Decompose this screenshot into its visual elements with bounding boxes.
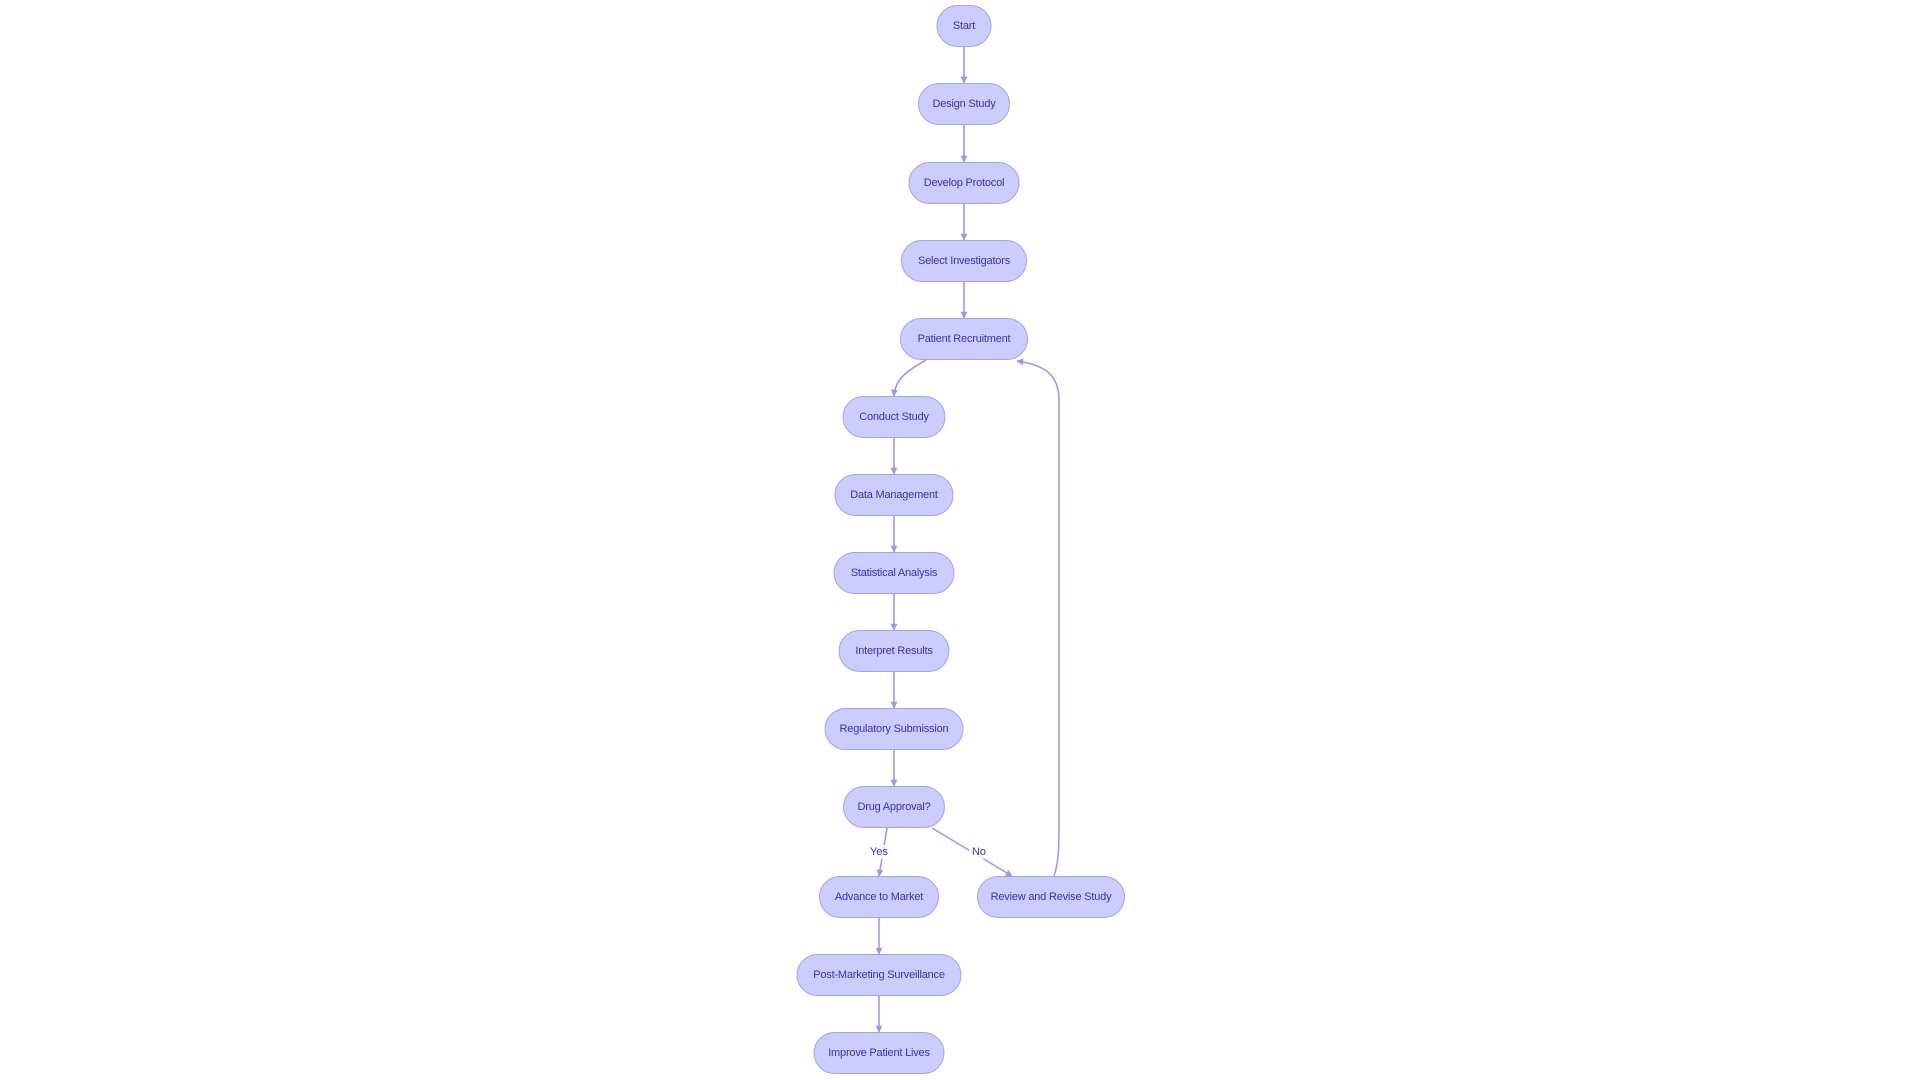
edge-labels-layer: Yes No — [869, 845, 989, 859]
node-label: Start — [953, 20, 975, 32]
node-submission[interactable]: Regulatory Submission — [824, 708, 964, 750]
edge-revise-to-recruitment — [1016, 358, 1060, 877]
node-surveillance[interactable]: Post-Marketing Surveillance — [796, 954, 962, 996]
node-label: Select Investigators — [918, 255, 1011, 267]
node-label: Develop Protocol — [924, 177, 1005, 189]
nodes-layer: Start Design Study Develop Protocol Select … — [796, 5, 1125, 1074]
node-interpret[interactable]: Interpret Results — [838, 630, 950, 672]
node-datamgmt[interactable]: Data Management — [834, 474, 954, 516]
node-label: Data Management — [850, 489, 938, 501]
node-protocol[interactable]: Develop Protocol — [908, 162, 1020, 204]
node-label: Post-Marketing Surveillance — [813, 969, 945, 981]
node-investigators[interactable]: Select Investigators — [901, 240, 1027, 282]
node-label: Improve Patient Lives — [828, 1047, 930, 1059]
node-label: Interpret Results — [855, 645, 933, 657]
node-recruitment[interactable]: Patient Recruitment — [900, 318, 1028, 360]
flowchart-canvas: Yes No StartDesign StudyDevelop ProtocolS… — [796, 5, 1125, 1074]
node-approval[interactable]: Drug Approval? — [843, 786, 945, 828]
node-conduct[interactable]: Conduct Study — [842, 396, 946, 438]
node-design[interactable]: Design Study — [918, 83, 1010, 125]
node-label: Conduct Study — [859, 411, 929, 423]
node-label: Advance to Market — [835, 891, 923, 903]
node-label: Drug Approval? — [857, 801, 930, 813]
node-start[interactable]: Start — [936, 5, 992, 47]
node-revise[interactable]: Review and Revise Study — [977, 876, 1125, 918]
node-label: Regulatory Submission — [840, 723, 949, 735]
node-stats[interactable]: Statistical Analysis — [833, 552, 955, 594]
edge-label-no: No — [972, 846, 986, 858]
node-improve[interactable]: Improve Patient Lives — [813, 1032, 945, 1074]
node-market[interactable]: Advance to Market — [819, 876, 939, 918]
edge-label-yes: Yes — [870, 846, 888, 858]
edge-recruitment-to-conduct — [890, 359, 927, 397]
node-label: Statistical Analysis — [851, 567, 938, 579]
node-label: Review and Revise Study — [991, 891, 1112, 903]
node-label: Design Study — [932, 98, 996, 110]
node-label: Patient Recruitment — [918, 333, 1011, 345]
